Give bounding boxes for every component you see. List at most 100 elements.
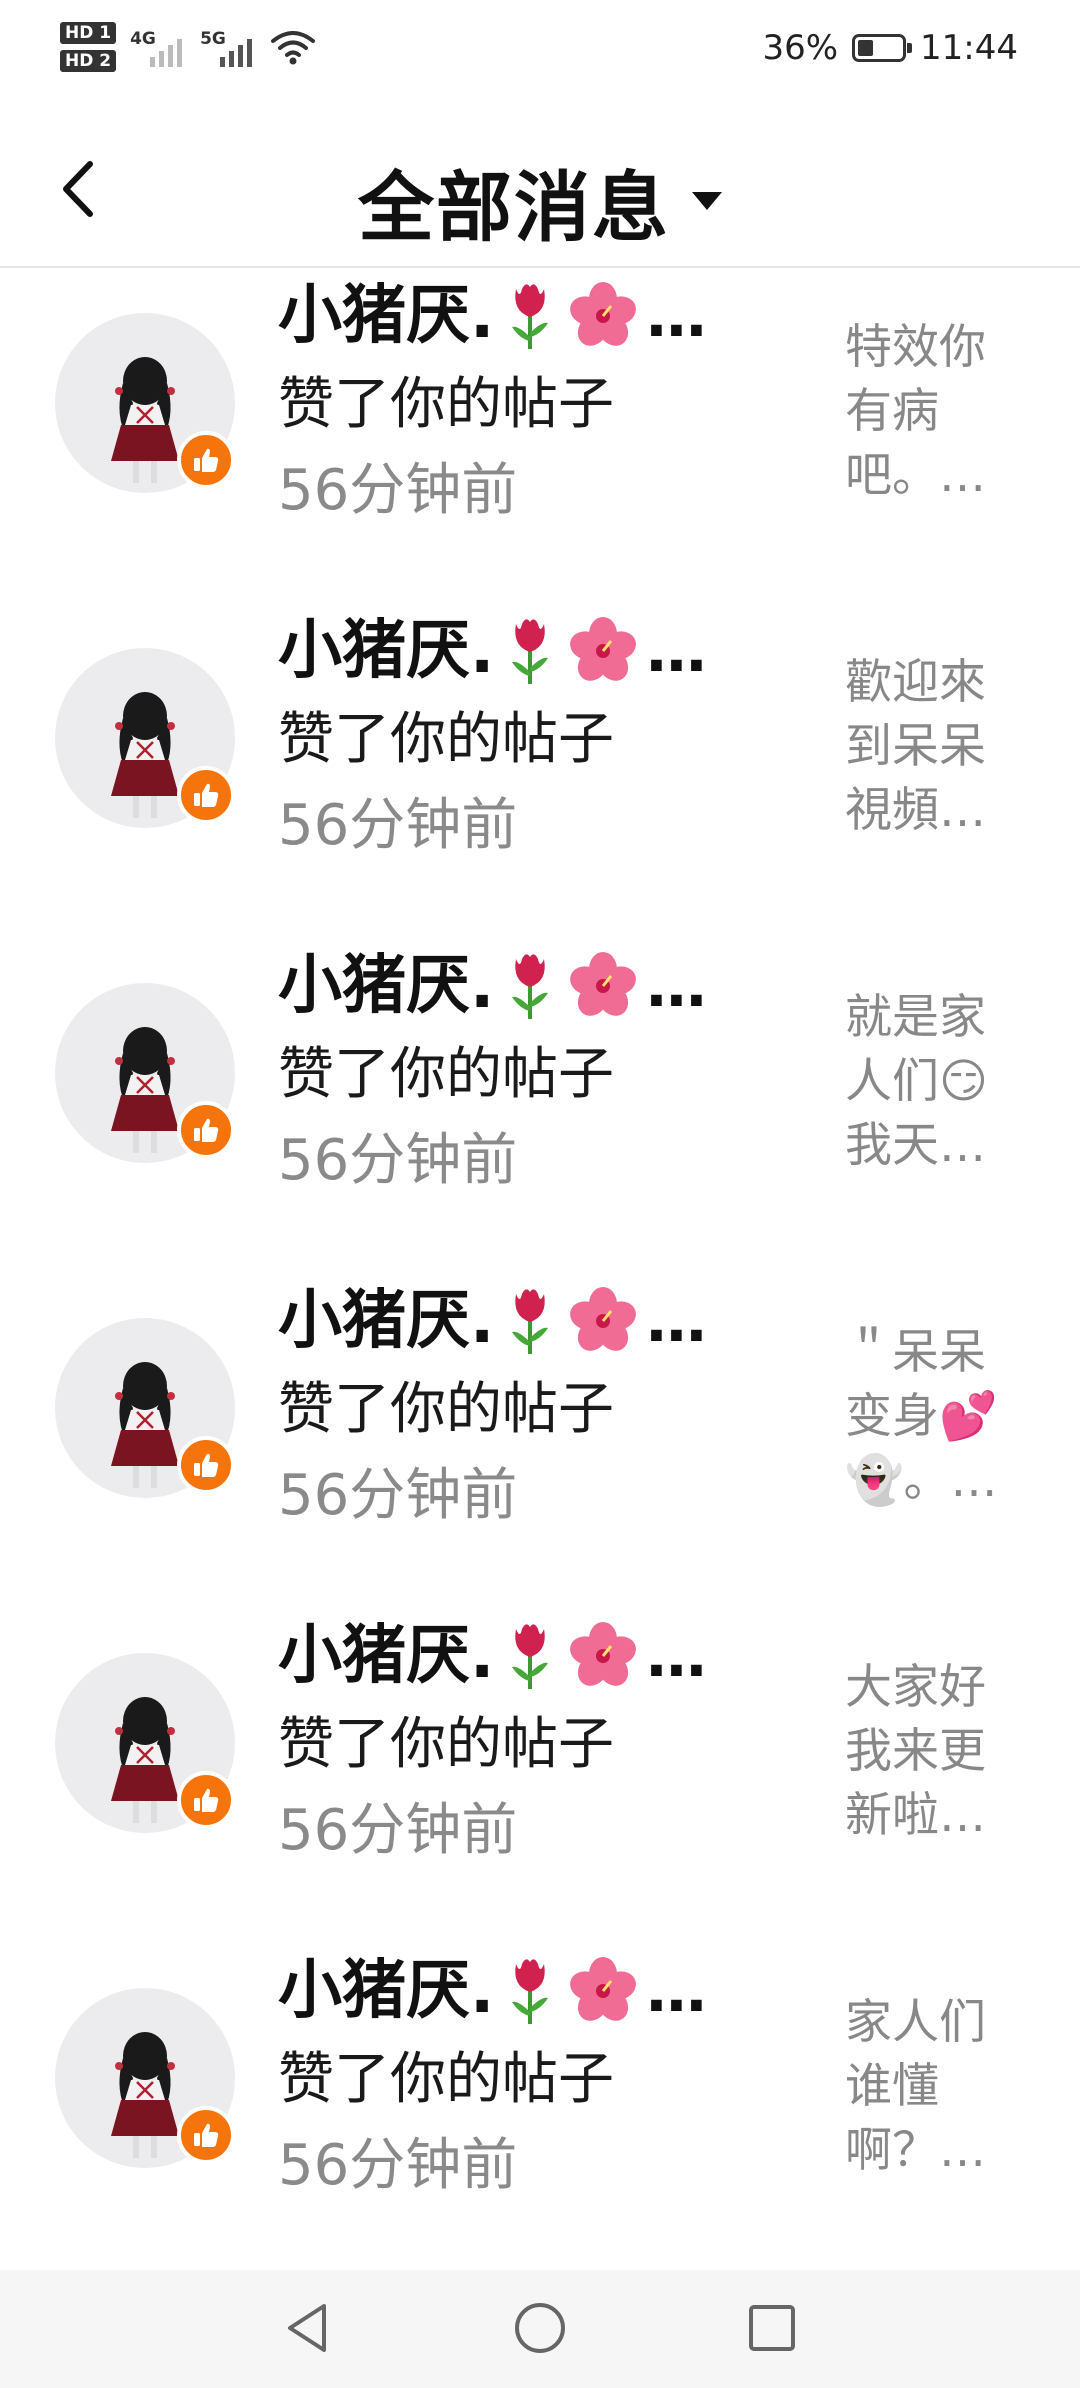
thumbs-up-icon (177, 431, 235, 489)
tulip-emoji-icon (512, 619, 549, 684)
caret-down-icon (692, 192, 722, 210)
avatar[interactable] (55, 983, 235, 1163)
notification-time: 56分钟前 (278, 458, 518, 523)
post-preview-line: 到呆呆 (845, 719, 986, 774)
post-preview-line: 变身💕 (845, 1389, 998, 1444)
post-preview[interactable]: 特效你 有病 吧。… (845, 316, 1010, 508)
sender-name-text: 小猪厌. (278, 279, 495, 353)
hd-badges: HD 1 HD 2 (60, 22, 117, 72)
thumbs-up-icon (177, 1771, 235, 1829)
post-preview-line: 我来更 (845, 1724, 986, 1779)
sender-name[interactable]: 小猪厌. … (278, 1616, 706, 1696)
hd1-badge: HD 1 (60, 22, 117, 44)
post-preview-line: 大家好 (845, 1660, 986, 1715)
notification-time: 56分钟前 (278, 1798, 518, 1863)
hibiscus-emoji-icon (570, 282, 637, 346)
sender-name[interactable]: 小猪厌. … (278, 1951, 706, 2031)
circle-home-icon[interactable] (510, 2298, 570, 2358)
status-bar: HD 1 HD 2 4G 5G 36% 11:44 (0, 0, 1080, 110)
post-preview-line: 特效你 (845, 320, 986, 375)
battery-percent: 36% (762, 28, 839, 68)
system-nav-bar (0, 2270, 1080, 2388)
notification-action: 赞了你的帖子 (278, 707, 614, 772)
tulip-emoji-icon (512, 1959, 549, 2024)
post-preview-line: 家人们 (845, 1995, 986, 2050)
sender-name[interactable]: 小猪厌. … (278, 611, 706, 691)
post-preview-line: 我天… (845, 1118, 986, 1173)
square-recents-icon[interactable] (742, 2298, 802, 2358)
avatar[interactable] (55, 1318, 235, 1498)
signal-4g-icon: 4G (130, 25, 186, 69)
wifi-icon (271, 31, 316, 65)
post-preview-line: 有病 (845, 384, 939, 439)
avatar[interactable] (55, 1653, 235, 1833)
post-preview-line: ＂呆呆 (845, 1325, 986, 1380)
sender-name[interactable]: 小猪厌. … (278, 1281, 706, 1361)
tulip-emoji-icon (512, 284, 549, 349)
tulip-emoji-icon (512, 954, 549, 1019)
notification-list: 小猪厌. … 赞了你的帖子 56分钟前 特效你 有病 吧。… 小猪厌. … 赞了… (0, 268, 1080, 2278)
sender-name[interactable]: 小猪厌. … (278, 276, 706, 356)
hibiscus-emoji-icon (570, 1287, 637, 1351)
post-preview-line: 新啦… (845, 1788, 986, 1843)
post-preview-line: 👻。… (845, 1453, 998, 1508)
post-preview-line: 視頻… (845, 783, 986, 838)
notification-time: 56分钟前 (278, 1128, 518, 1193)
battery-icon (852, 34, 913, 62)
sender-name-text: 小猪厌. (278, 1954, 495, 2028)
sender-name-text: 小猪厌. (278, 1619, 495, 1693)
name-ellipsis: … (646, 1286, 706, 1356)
thumbs-up-icon (177, 1101, 235, 1159)
avatar[interactable] (55, 648, 235, 828)
post-preview-line: 人们😏 (845, 1054, 988, 1109)
title-dropdown[interactable]: 全部消息 (0, 146, 1080, 256)
hibiscus-emoji-icon (570, 1622, 637, 1686)
tulip-emoji-icon (512, 1624, 549, 1689)
header: 全部消息 (0, 110, 1080, 268)
notification-action: 赞了你的帖子 (278, 1377, 614, 1442)
notification-action: 赞了你的帖子 (278, 1042, 614, 1107)
notification-action: 赞了你的帖子 (278, 372, 614, 437)
notification-item[interactable]: 小猪厌. … 赞了你的帖子 56分钟前 (0, 268, 1080, 603)
notification-item[interactable]: 小猪厌. … 赞了你的帖子 56分钟前 (0, 1608, 1080, 1943)
thumbs-up-icon (177, 1436, 235, 1494)
notification-item[interactable]: 小猪厌. … 赞了你的帖子 56分钟前 (0, 1273, 1080, 1608)
tulip-emoji-icon (512, 1289, 549, 1354)
post-preview[interactable]: ＂呆呆 变身💕 👻。… (845, 1321, 1010, 1513)
name-ellipsis: … (646, 1956, 706, 2026)
sender-name-text: 小猪厌. (278, 1284, 495, 1358)
name-ellipsis: … (646, 1621, 706, 1691)
post-preview-line: 啊？… (845, 2123, 986, 2178)
thumbs-up-icon (177, 2106, 235, 2164)
page-title: 全部消息 (358, 163, 670, 252)
triangle-back-icon[interactable] (278, 2298, 338, 2358)
post-preview-line: 歡迎來 (845, 655, 986, 710)
hd2-badge: HD 2 (60, 50, 117, 72)
post-preview[interactable]: 大家好 我来更 新啦… (845, 1656, 1010, 1848)
notification-action: 赞了你的帖子 (278, 2047, 614, 2112)
notification-time: 56分钟前 (278, 2133, 518, 2198)
clock: 11:44 (920, 28, 1018, 68)
post-preview-line: 吧。… (845, 448, 986, 503)
status-bar-right: 36% 11:44 (762, 28, 1018, 68)
post-preview-line: 谁懂 (845, 2059, 939, 2114)
post-preview[interactable]: 家人们 谁懂 啊？… (845, 1991, 1010, 2183)
status-bar-left: HD 1 HD 2 4G 5G (60, 22, 316, 72)
thumbs-up-icon (177, 766, 235, 824)
notification-item[interactable]: 小猪厌. … 赞了你的帖子 56分钟前 (0, 1943, 1080, 2278)
post-preview[interactable]: 就是家 人们😏 我天… (845, 986, 1010, 1178)
sender-name-text: 小猪厌. (278, 949, 495, 1023)
name-ellipsis: … (646, 951, 706, 1021)
avatar[interactable] (55, 1988, 235, 2168)
notification-item[interactable]: 小猪厌. … 赞了你的帖子 56分钟前 (0, 603, 1080, 938)
post-preview[interactable]: 歡迎來 到呆呆 視頻… (845, 651, 1010, 843)
name-ellipsis: … (646, 281, 706, 351)
hibiscus-emoji-icon (570, 1957, 637, 2021)
name-ellipsis: … (646, 616, 706, 686)
hibiscus-emoji-icon (570, 952, 637, 1016)
sender-name[interactable]: 小猪厌. … (278, 946, 706, 1026)
post-preview-line: 就是家 (845, 990, 986, 1045)
avatar[interactable] (55, 313, 235, 493)
notification-item[interactable]: 小猪厌. … 赞了你的帖子 56分钟前 (0, 938, 1080, 1273)
hibiscus-emoji-icon (570, 617, 637, 681)
